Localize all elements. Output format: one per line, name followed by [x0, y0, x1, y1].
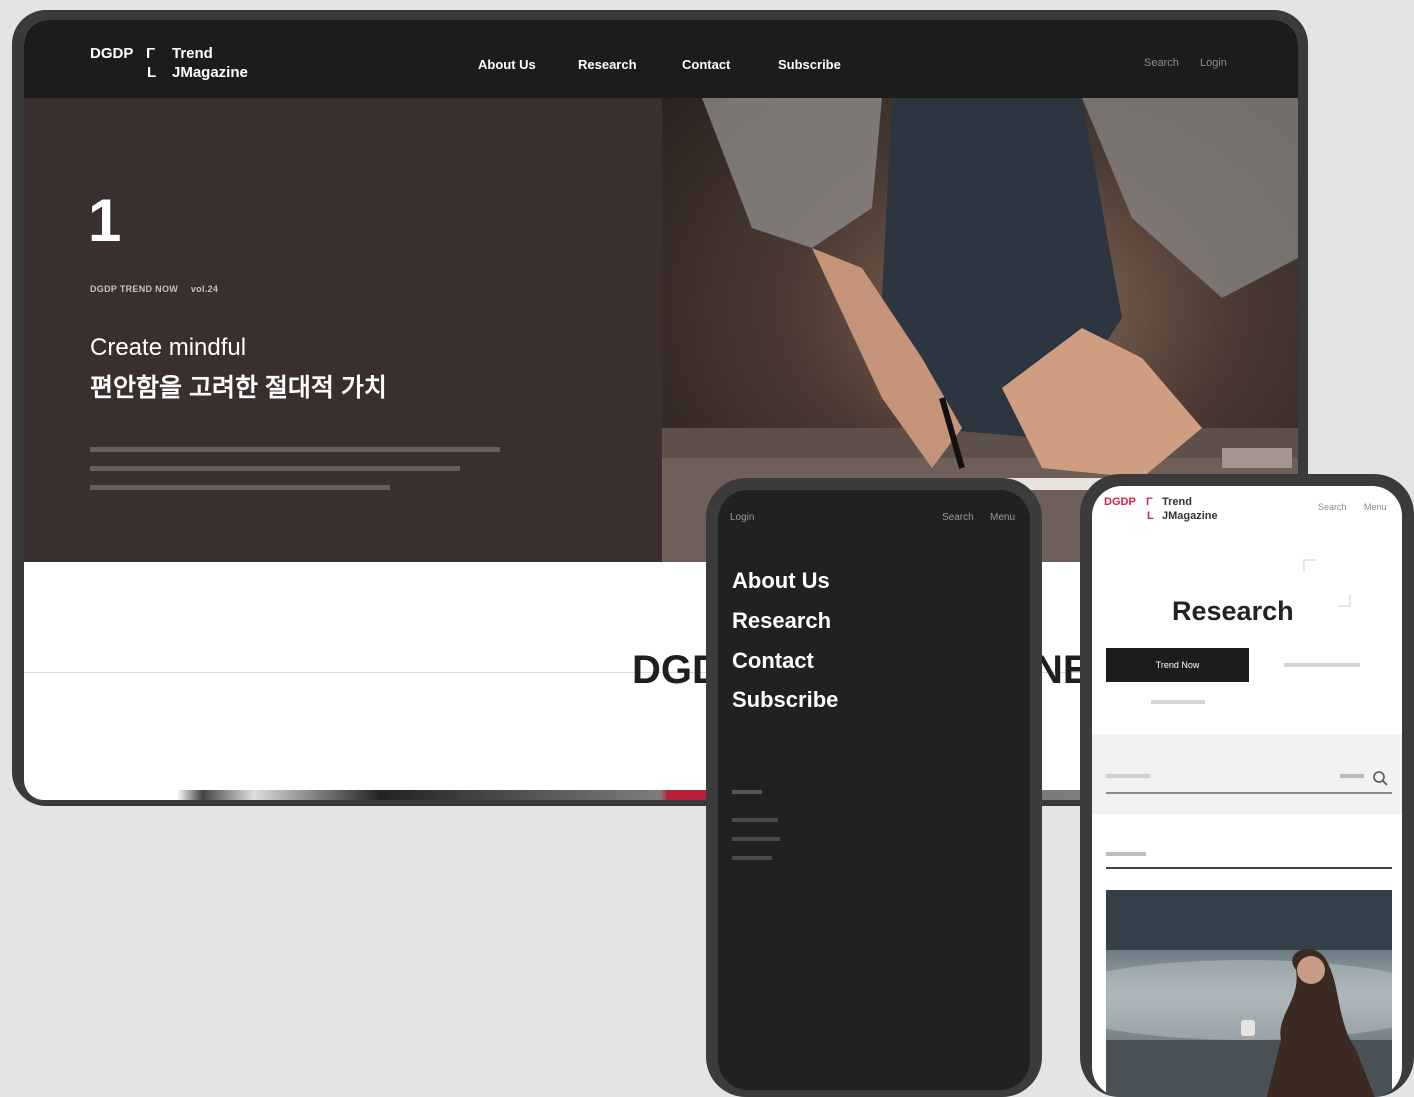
hero-text-panel: 1 DGDP TREND NOW vol.24 Create mindful 편… [24, 98, 662, 562]
hero-body-text-blur [90, 440, 510, 490]
logo-trend: Trend [1162, 496, 1192, 508]
search-input-underline[interactable] [1106, 792, 1392, 794]
tab-trend-now[interactable]: Trend Now [1106, 648, 1249, 682]
header-search-link[interactable]: Search [1144, 57, 1179, 69]
phone-logo[interactable]: DGDP Γ L Trend JMagazine [1104, 496, 1244, 526]
logo-jmagazine: JMagazine [1162, 510, 1218, 522]
social-link-blur[interactable] [732, 818, 778, 822]
hero-body-line [90, 466, 460, 471]
research-title: Research [1172, 596, 1294, 626]
tab-third[interactable] [1106, 686, 1249, 720]
phone-login-link[interactable]: Login [730, 512, 754, 523]
nav-subscribe[interactable]: Subscribe [778, 57, 841, 72]
title-bracket-decoration [1302, 558, 1352, 608]
logo-bracket-open: Γ [146, 45, 156, 62]
phone-menu-link[interactable]: Menu [990, 512, 1015, 523]
hero-kicker: DGDP TREND NOW vol.24 [90, 284, 218, 294]
tab-label-blur [1284, 663, 1360, 667]
menu-item-about-us[interactable]: About Us [732, 568, 830, 594]
phone2-menu-link[interactable]: Menu [1364, 502, 1387, 512]
nav-research[interactable]: Research [578, 57, 637, 72]
logo-dgdp: DGDP [90, 45, 134, 62]
menu-item-subscribe[interactable]: Subscribe [732, 687, 838, 713]
social-link-blur[interactable] [732, 837, 780, 841]
menu-footer-label-blur [732, 790, 762, 794]
article-photo-illustration [1106, 890, 1392, 1097]
logo-dgdp: DGDP [1104, 496, 1136, 508]
logo-jmagazine: JMagazine [172, 64, 248, 81]
hero-body-line [90, 447, 500, 452]
hero-volume: vol.24 [190, 284, 219, 294]
hero-slide-number: 1 [88, 187, 122, 254]
volume-label-blur [1106, 852, 1146, 856]
search-placeholder-blur [1106, 774, 1150, 778]
menu-item-research[interactable]: Research [732, 608, 831, 634]
tab-trend-magazine[interactable] [1252, 648, 1392, 682]
nav-contact[interactable]: Contact [682, 57, 730, 72]
nav-about-us[interactable]: About Us [478, 57, 536, 72]
desktop-logo[interactable]: DGDP Γ L Trend JMagazine [90, 42, 280, 82]
phone2-search-link[interactable]: Search [1318, 502, 1347, 512]
phone-search-link[interactable]: Search [942, 512, 974, 523]
tab-label-blur [1150, 700, 1205, 704]
desktop-header: DGDP Γ L Trend JMagazine About Us Resear… [24, 20, 1298, 98]
header-login-link[interactable]: Login [1200, 57, 1227, 69]
search-count-blur [1340, 774, 1364, 778]
menu-item-contact[interactable]: Contact [732, 648, 814, 674]
hero-body-line [90, 485, 390, 490]
volume-divider [1106, 867, 1392, 869]
phone-research-screen: DGDP Γ L Trend JMagazine Search Menu Res… [1092, 486, 1402, 1097]
logo-trend: Trend [172, 45, 213, 62]
article-photo-woman-lake[interactable] [1106, 890, 1392, 1097]
phone-menu-screen: Login Search Menu About Us Research Cont… [718, 490, 1030, 1090]
logo-bracket-close: L [1147, 510, 1154, 522]
phone-research-frame: DGDP Γ L Trend JMagazine Search Menu Res… [1080, 474, 1414, 1097]
social-link-blur[interactable] [732, 856, 772, 860]
hero-kicker-label: DGDP TREND NOW [90, 284, 179, 294]
hero-title-ko: 편안함을 고려한 절대적 가치 [90, 374, 387, 402]
logo-bracket-close: L [147, 64, 157, 81]
phone-menu-frame: Login Search Menu About Us Research Cont… [706, 478, 1042, 1097]
search-icon[interactable] [1372, 770, 1388, 786]
logo-bracket-open: Γ [1146, 496, 1153, 508]
hero-title-en: Create mindful [90, 334, 247, 361]
